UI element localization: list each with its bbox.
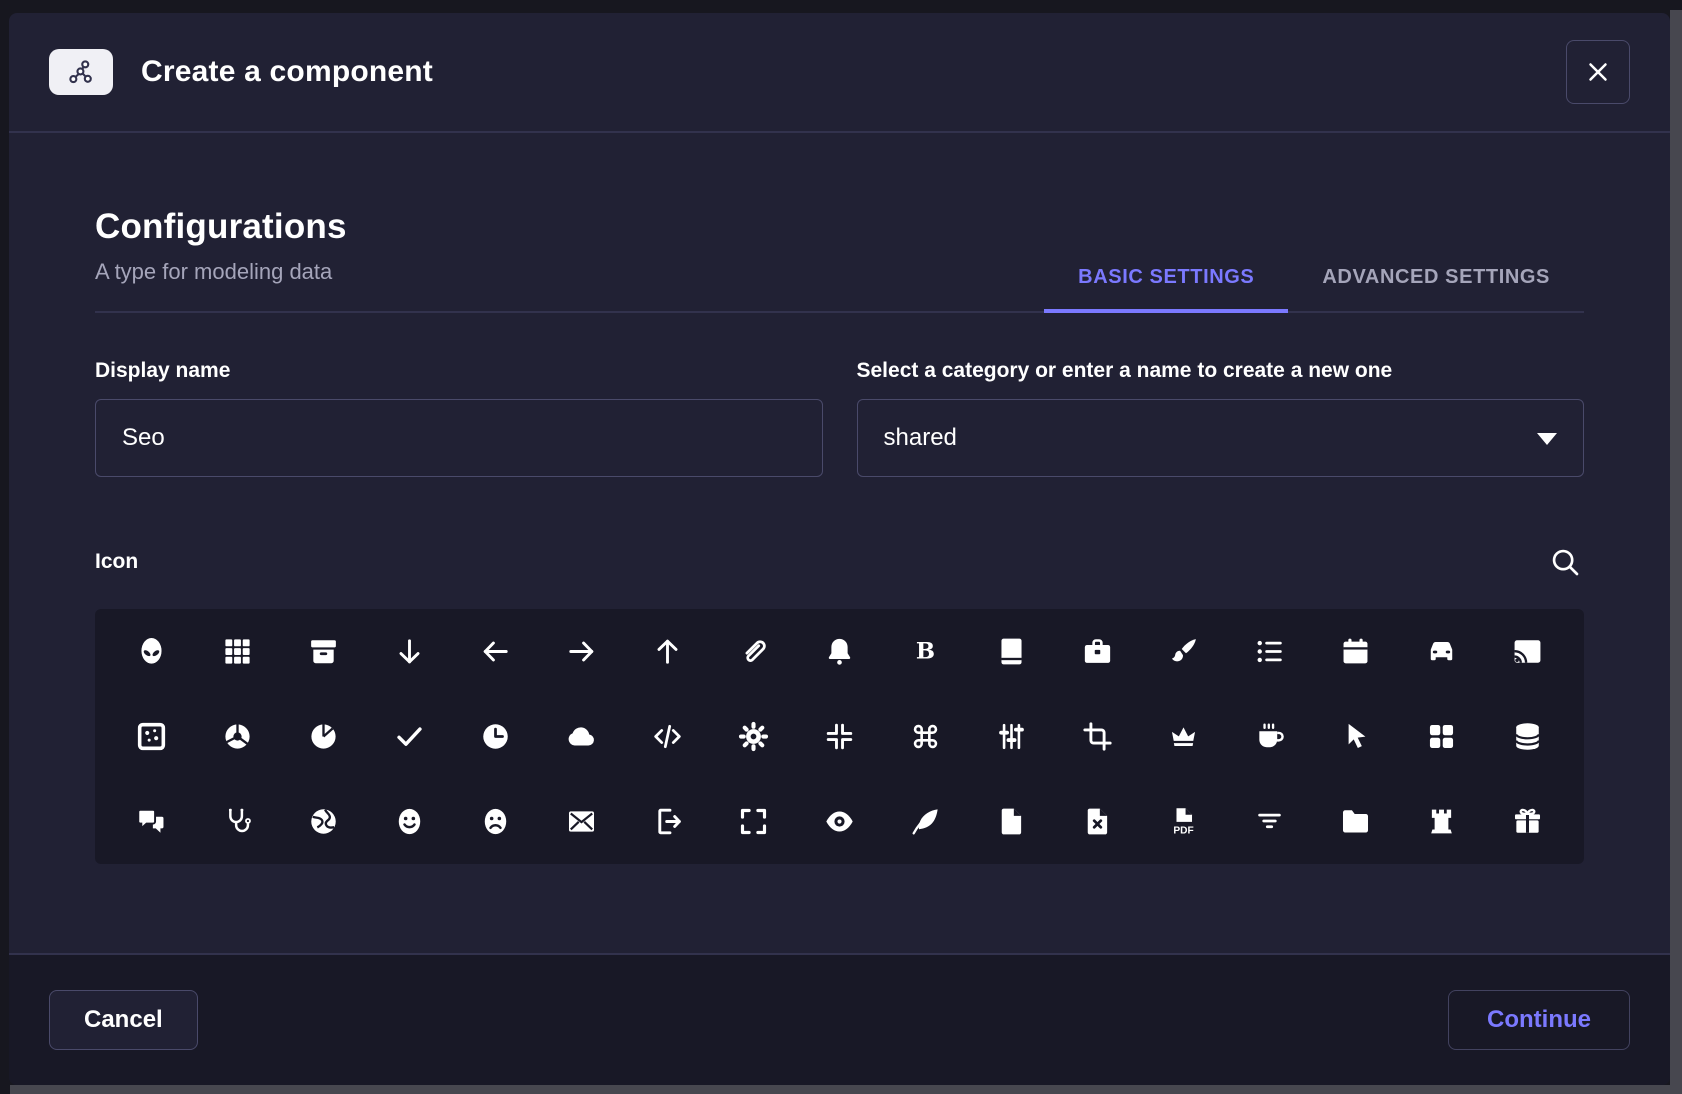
- icon-crown[interactable]: [1155, 709, 1211, 765]
- icon-database[interactable]: [1499, 709, 1555, 765]
- icon-doctor[interactable]: [210, 794, 266, 850]
- icon-apps[interactable]: [210, 624, 266, 680]
- svg-text:B: B: [916, 639, 935, 665]
- icon-picker-header: Icon: [95, 543, 1584, 581]
- icon-chart-pie[interactable]: [296, 709, 352, 765]
- icon-attachment[interactable]: [726, 624, 782, 680]
- category-selected-value: shared: [884, 424, 957, 452]
- icon-picker-label: Icon: [95, 550, 138, 574]
- icon-discuss[interactable]: [124, 794, 180, 850]
- cancel-button[interactable]: Cancel: [49, 990, 198, 1050]
- icon-cloud[interactable]: [554, 709, 610, 765]
- icon-grid: B PDF: [95, 609, 1584, 864]
- icon-eye[interactable]: [811, 794, 867, 850]
- icon-exit[interactable]: [640, 794, 696, 850]
- icon-arrow-right[interactable]: [554, 624, 610, 680]
- icon-emotion-happy[interactable]: [382, 794, 438, 850]
- icon-gate[interactable]: [1413, 794, 1469, 850]
- icon-car[interactable]: [1413, 624, 1469, 680]
- dialog-body: Configurations A type for modeling data …: [9, 133, 1670, 953]
- icon-console[interactable]: [983, 709, 1039, 765]
- settings-tabs: BASIC SETTINGS ADVANCED SETTINGS: [1044, 266, 1584, 311]
- category-field-group: Select a category or enter a name to cre…: [857, 359, 1585, 477]
- icon-folder[interactable]: [1327, 794, 1383, 850]
- tab-advanced-settings[interactable]: ADVANCED SETTINGS: [1288, 266, 1584, 311]
- close-icon: [1583, 57, 1613, 87]
- icon-arrow-down[interactable]: [382, 624, 438, 680]
- icon-cast[interactable]: [1499, 624, 1555, 680]
- icon-bell[interactable]: [811, 624, 867, 680]
- icon-search-button[interactable]: [1546, 543, 1584, 581]
- section-subheading: A type for modeling data: [95, 259, 347, 285]
- icon-alien[interactable]: [124, 624, 180, 680]
- search-icon: [1549, 546, 1581, 578]
- display-name-field-group: Display name: [95, 359, 823, 477]
- icon-expand[interactable]: [726, 794, 782, 850]
- icon-cup[interactable]: [1241, 709, 1297, 765]
- section-header: Configurations A type for modeling data …: [95, 207, 1584, 313]
- icon-collapse[interactable]: [811, 709, 867, 765]
- caret-down-icon: [1537, 433, 1557, 445]
- form-fields: Display name Select a category or enter …: [95, 359, 1584, 477]
- icon-earth[interactable]: [296, 794, 352, 850]
- icon-calendar[interactable]: [1327, 624, 1383, 680]
- icon-clock[interactable]: [468, 709, 524, 765]
- section-headings: Configurations A type for modeling data: [95, 207, 347, 311]
- icon-gift[interactable]: [1499, 794, 1555, 850]
- component-icon: [49, 49, 113, 95]
- icon-bold[interactable]: B: [897, 624, 953, 680]
- icon-arrow-left[interactable]: [468, 624, 524, 680]
- svg-text:PDF: PDF: [1173, 825, 1193, 836]
- icon-emotion-unhappy[interactable]: [468, 794, 524, 850]
- icon-brush[interactable]: [1155, 624, 1211, 680]
- category-label: Select a category or enter a name to cre…: [857, 359, 1585, 383]
- icon-arrow-up[interactable]: [640, 624, 696, 680]
- icon-filter[interactable]: [1241, 794, 1297, 850]
- icon-book[interactable]: [983, 624, 1039, 680]
- icon-chart-circle[interactable]: [210, 709, 266, 765]
- icon-command[interactable]: [897, 709, 953, 765]
- page-background-strip-right: [1670, 10, 1682, 1094]
- icon-envelop[interactable]: [554, 794, 610, 850]
- dialog-header: Create a component: [9, 13, 1670, 133]
- icon-code[interactable]: [640, 709, 696, 765]
- section-heading: Configurations: [95, 207, 347, 247]
- icon-check[interactable]: [382, 709, 438, 765]
- icon-file[interactable]: [983, 794, 1039, 850]
- icon-cog[interactable]: [726, 709, 782, 765]
- icon-file-pdf[interactable]: PDF: [1155, 794, 1211, 850]
- icon-file-error[interactable]: [1069, 794, 1125, 850]
- continue-button[interactable]: Continue: [1448, 990, 1630, 1050]
- page-background-strip-bottom: [10, 1085, 1682, 1094]
- tab-basic-settings[interactable]: BASIC SETTINGS: [1044, 266, 1288, 311]
- icon-crop[interactable]: [1069, 709, 1125, 765]
- create-component-dialog: Create a component Configurations A type…: [9, 13, 1670, 1085]
- category-select[interactable]: shared: [857, 399, 1585, 477]
- display-name-input[interactable]: [95, 399, 823, 477]
- icon-chart-bubble[interactable]: [124, 709, 180, 765]
- icon-briefcase[interactable]: [1069, 624, 1125, 680]
- icon-bullet-list[interactable]: [1241, 624, 1297, 680]
- icon-feather[interactable]: [897, 794, 953, 850]
- dialog-title: Create a component: [141, 55, 433, 89]
- display-name-label: Display name: [95, 359, 823, 383]
- icon-archive[interactable]: [296, 624, 352, 680]
- close-button[interactable]: [1566, 40, 1630, 104]
- icon-dashboard[interactable]: [1413, 709, 1469, 765]
- dialog-footer: Cancel Continue: [9, 953, 1670, 1085]
- icon-cursor[interactable]: [1327, 709, 1383, 765]
